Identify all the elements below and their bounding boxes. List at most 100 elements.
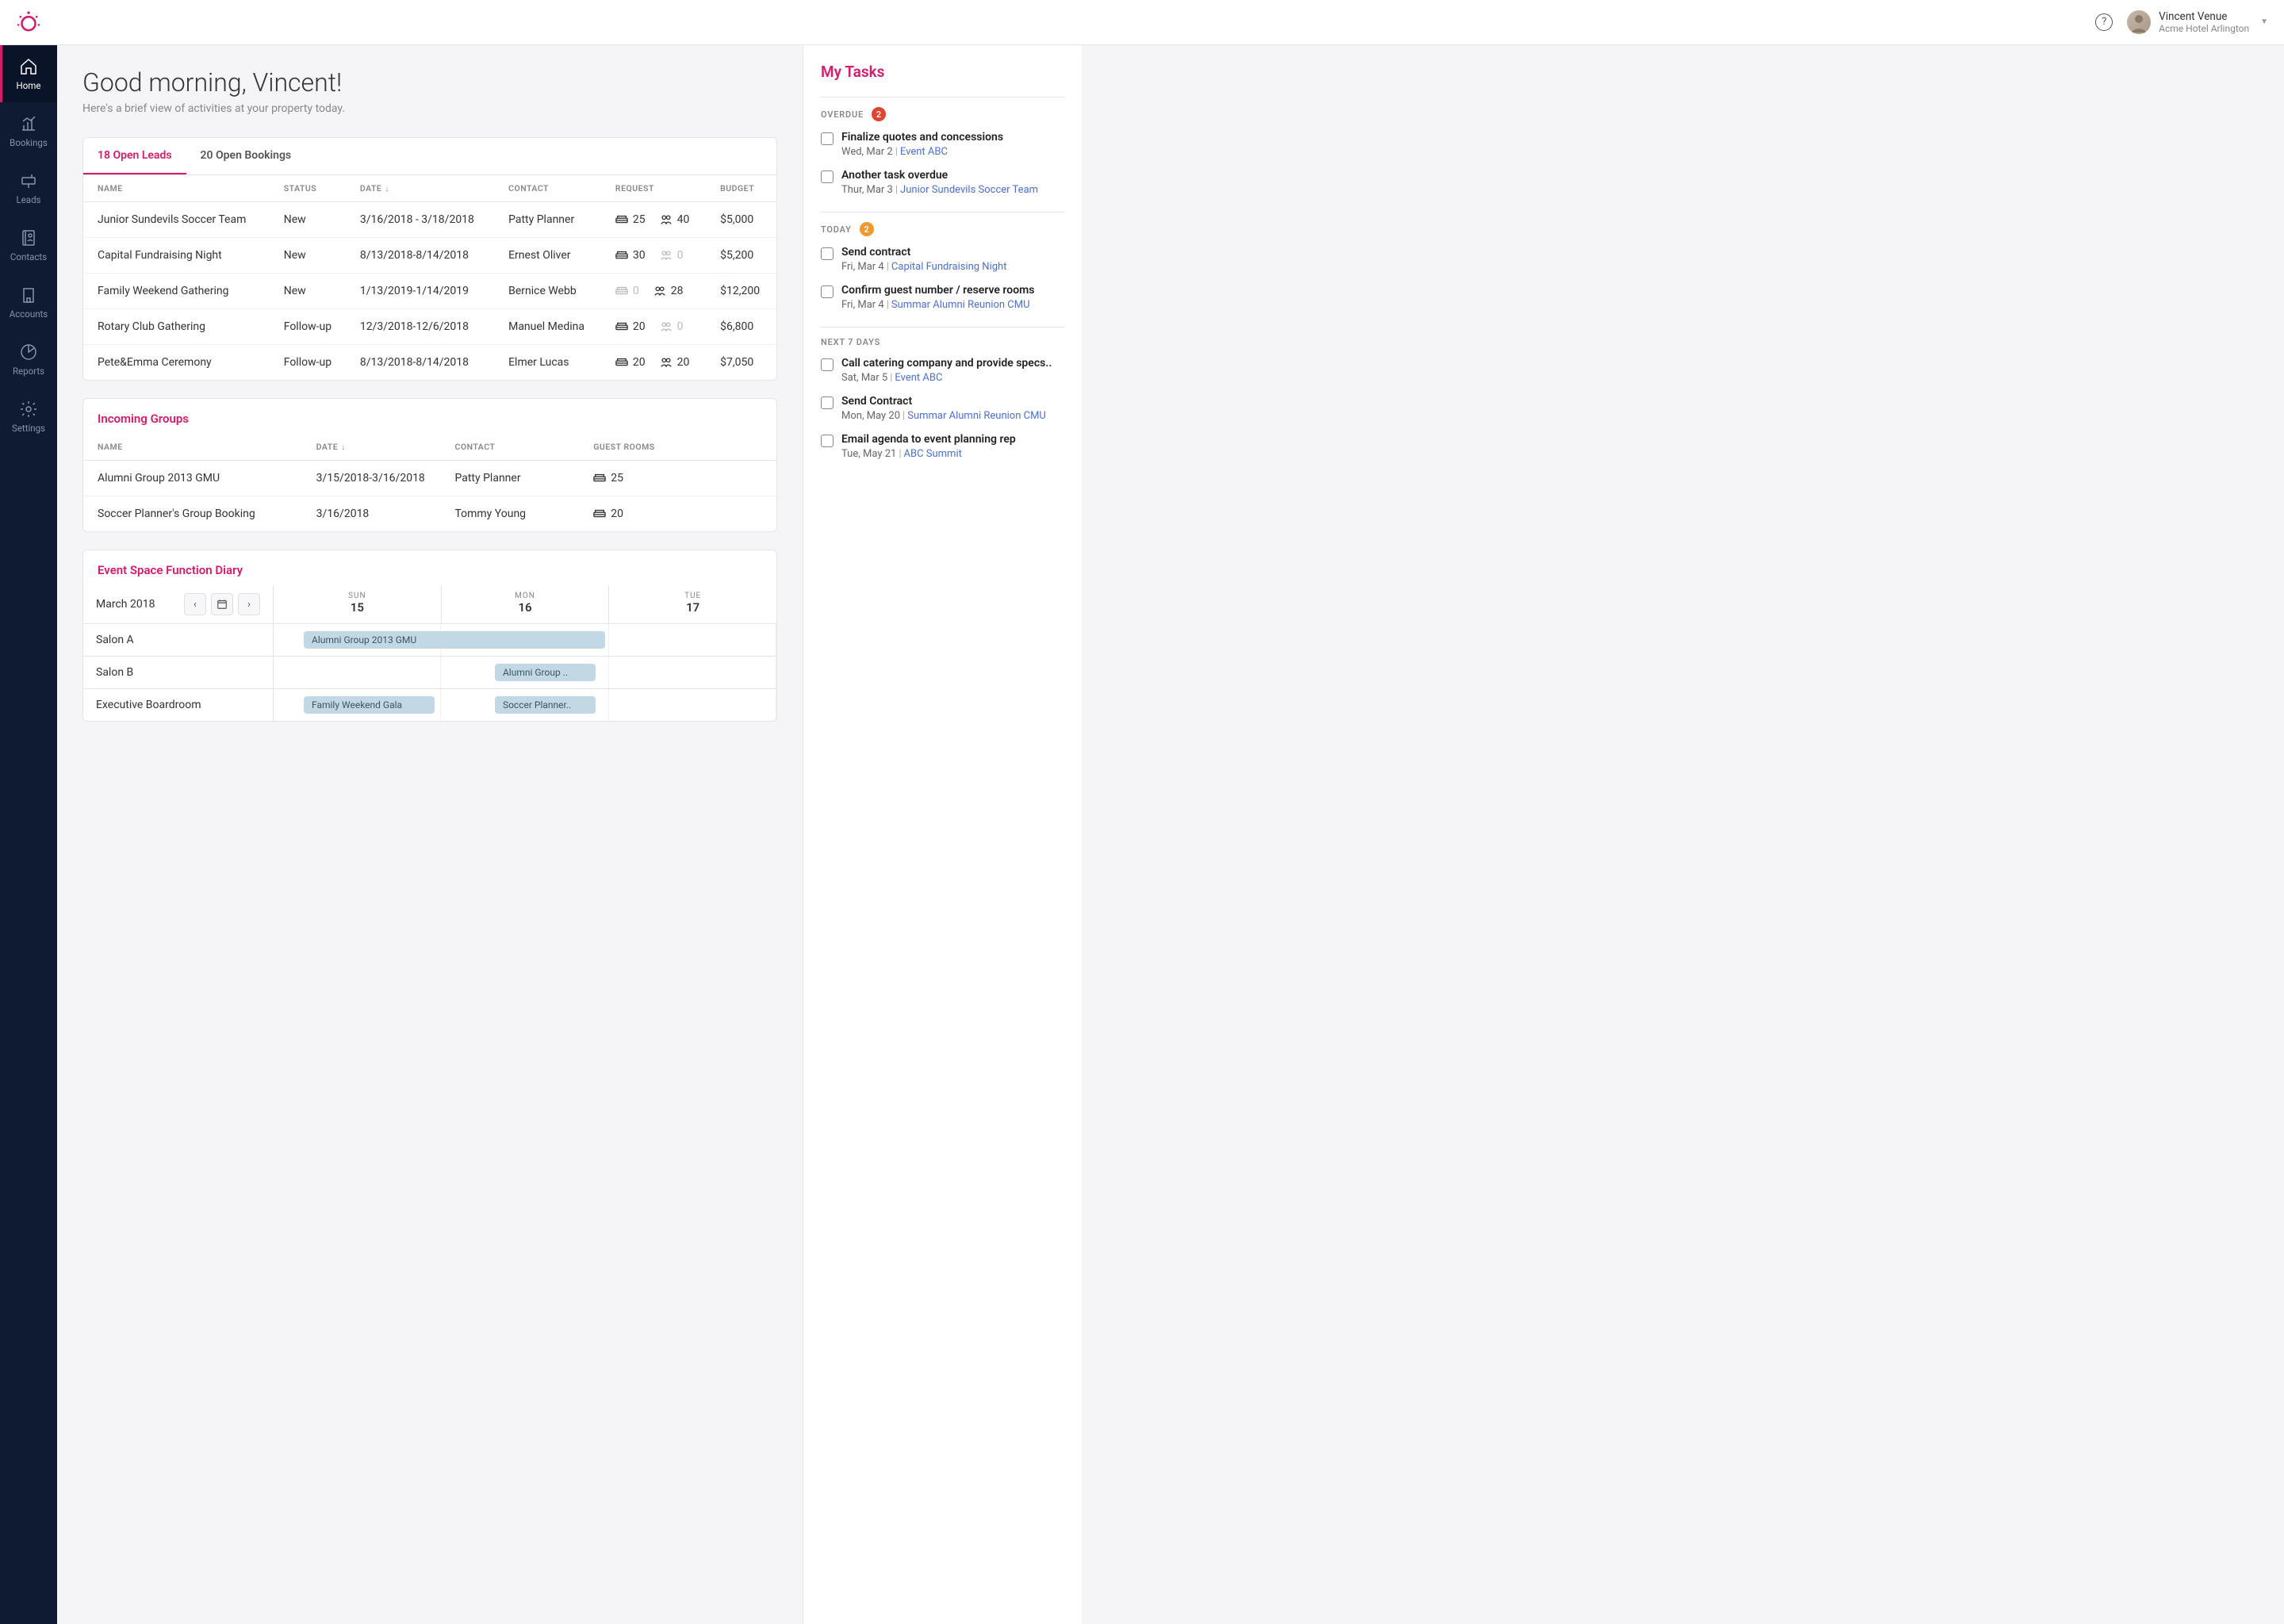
next-button[interactable]: › [238,593,260,615]
task-checkbox[interactable] [821,285,834,298]
task-item: Finalize quotes and concessions Wed, Mar… [821,131,1064,158]
app-logo[interactable] [0,9,57,36]
sidebar-item-label: Home [17,80,41,91]
diary-row: Executive Boardroom Family Weekend GalaS… [83,689,776,721]
incoming-groups-card: Incoming Groups NAME DATE↓ CONTACT GUEST… [82,398,777,532]
task-link[interactable]: Capital Fundraising Night [891,261,1007,273]
lead-status: New [273,238,349,274]
task-checkbox[interactable] [821,132,834,145]
event-bar[interactable]: Soccer Planner.. [495,696,596,714]
lead-date: 12/3/2018-12/6/2018 [349,309,497,345]
day-column[interactable]: TUE17 [609,585,776,623]
task-link[interactable]: ABC Summit [904,448,962,460]
lead-contact: Ernest Oliver [497,238,604,274]
user-menu[interactable]: Vincent Venue Acme Hotel Arlington ▼ [2127,10,2268,35]
col-name[interactable]: NAME [83,434,305,461]
help-icon[interactable]: ? [2095,13,2113,31]
event-bar[interactable]: Alumni Group 2013 GMU [304,631,605,649]
sidebar-item-home[interactable]: Home [0,45,57,102]
col-name[interactable]: NAME [83,175,273,202]
task-checkbox[interactable] [821,396,834,409]
lead-status: New [273,202,349,238]
chevron-down-icon: ▼ [2260,17,2268,26]
avatar [2127,10,2151,34]
col-request[interactable]: REQUEST [604,175,709,202]
task-link[interactable]: Junior Sundevils Soccer Team [900,184,1038,196]
task-link[interactable]: Summar Alumni Reunion CMU [891,299,1030,311]
table-row[interactable]: Rotary Club Gathering Follow-up 12/3/201… [83,309,776,345]
lead-budget: $5,200 [709,238,776,274]
task-checkbox[interactable] [821,170,834,183]
day-column[interactable]: SUN15 [274,585,442,623]
lead-date: 3/16/2018 - 3/18/2018 [349,202,497,238]
tab-open-leads[interactable]: 18 Open Leads [83,138,186,174]
sidebar-item-leads[interactable]: Leads [0,159,57,216]
pie-icon [18,342,39,362]
lead-contact: Manuel Medina [497,309,604,345]
table-row[interactable]: Pete&Emma Ceremony Follow-up 8/13/2018-8… [83,345,776,381]
people-icon [660,357,673,368]
col-date[interactable]: DATE↓ [349,175,497,202]
count-badge: 2 [872,107,886,121]
lead-contact: Bernice Webb [497,274,604,309]
col-contact[interactable]: CONTACT [497,175,604,202]
col-budget[interactable]: BUDGET [709,175,776,202]
day-column[interactable]: MON16 [442,585,610,623]
lead-name: Rotary Club Gathering [83,309,273,345]
task-item: Send Contract Mon, May 20|Summar Alumni … [821,395,1064,422]
sidebar-item-contacts[interactable]: Contacts [0,216,57,274]
tasks-panel: My Tasks OVERDUE2 Finalize quotes and co… [803,45,1082,1624]
table-row[interactable]: Capital Fundraising Night New 8/13/2018-… [83,238,776,274]
task-date: Mon, May 20 [841,410,900,422]
sort-down-icon: ↓ [385,185,389,193]
table-row[interactable]: Soccer Planner's Group Booking 3/16/2018… [83,496,776,532]
task-item: Call catering company and provide specs.… [821,357,1064,384]
home-icon [18,56,39,77]
calendar-button[interactable] [211,593,233,615]
sidebar-item-accounts[interactable]: Accounts [0,274,57,331]
sidebar-item-bookings[interactable]: Bookings [0,102,57,159]
sidebar-item-label: Settings [12,423,45,434]
table-row[interactable]: Alumni Group 2013 GMU 3/15/2018-3/16/201… [83,461,776,496]
mailbox-icon [18,170,39,191]
bed-icon [615,285,628,297]
diary-row: Salon B Alumni Group .. [83,657,776,689]
task-checkbox[interactable] [821,247,834,260]
task-item: Another task overdue Thur, Mar 3|Junior … [821,169,1064,196]
task-link[interactable]: Summar Alumni Reunion CMU [907,410,1046,422]
col-status[interactable]: STATUS [273,175,349,202]
sidebar-item-settings[interactable]: Settings [0,388,57,445]
tab-open-bookings[interactable]: 20 Open Bookings [186,138,306,174]
task-group: NEXT 7 DAYS Call catering company and pr… [821,327,1064,460]
group-name: Alumni Group 2013 GMU [83,461,305,496]
building-icon [18,285,39,305]
task-checkbox[interactable] [821,358,834,371]
col-date[interactable]: DATE↓ [305,434,444,461]
table-row[interactable]: Family Weekend Gathering New 1/13/2019-1… [83,274,776,309]
task-title: Send contract [841,246,1064,259]
task-date: Tue, May 21 [841,448,896,460]
task-link[interactable]: Event ABC [900,146,948,158]
sidebar-item-label: Reports [13,366,44,377]
event-bar[interactable]: Family Weekend Gala [304,696,435,714]
prev-button[interactable]: ‹ [184,593,206,615]
task-title: Finalize quotes and concessions [841,131,1064,144]
task-checkbox[interactable] [821,435,834,447]
group-rooms: 25 [582,461,776,496]
lead-date: 8/13/2018-8/14/2018 [349,238,497,274]
event-bar[interactable]: Alumni Group .. [495,664,596,681]
task-date: Wed, Mar 2 [841,146,893,158]
incoming-title: Incoming Groups [83,399,776,434]
col-contact[interactable]: CONTACT [443,434,582,461]
sidebar-item-reports[interactable]: Reports [0,331,57,388]
group-date: 3/16/2018 [305,496,444,532]
task-link[interactable]: Event ABC [895,372,942,384]
col-guest-rooms[interactable]: GUEST ROOMS [582,434,776,461]
table-row[interactable]: Junior Sundevils Soccer Team New 3/16/20… [83,202,776,238]
group-title: NEXT 7 DAYS [821,337,880,347]
room-name: Salon B [83,657,274,688]
lead-name: Junior Sundevils Soccer Team [83,202,273,238]
lead-status: Follow-up [273,345,349,381]
task-item: Confirm guest number / reserve rooms Fri… [821,284,1064,311]
task-item: Send contract Fri, Mar 4|Capital Fundrai… [821,246,1064,273]
